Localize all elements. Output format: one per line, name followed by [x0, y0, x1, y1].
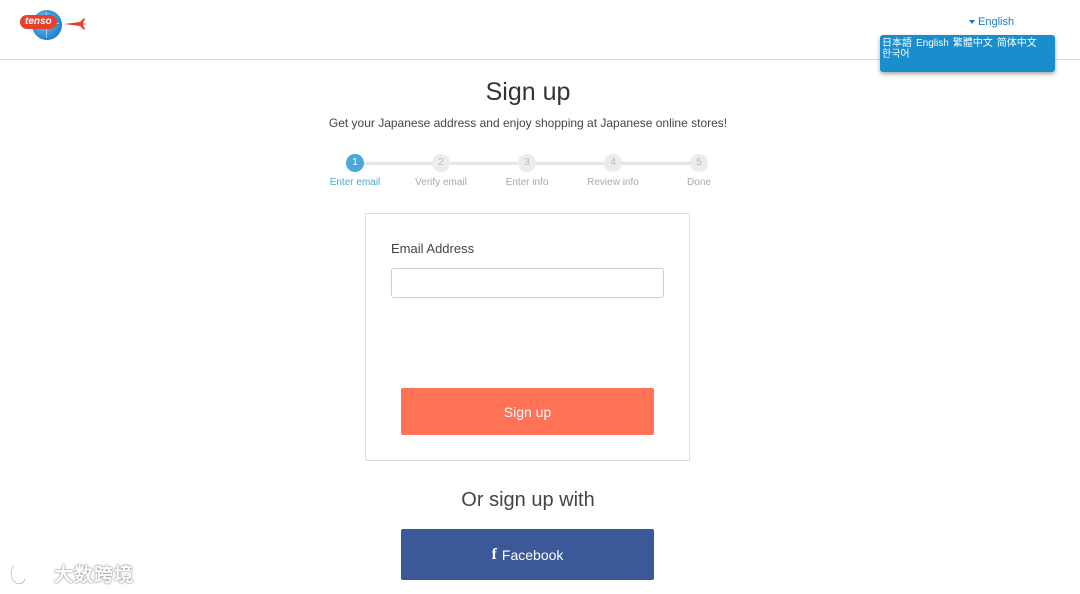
step-label: Enter info: [505, 177, 549, 188]
email-label: Email Address: [391, 241, 475, 256]
step-number: 1: [346, 154, 364, 172]
step-label: Review info: [587, 177, 639, 188]
step-done: 5 Done: [656, 154, 742, 188]
facebook-icon: f: [491, 545, 497, 563]
step-number: 5: [690, 154, 708, 172]
language-option-simplified-chinese[interactable]: 简体中文: [997, 38, 1037, 49]
page-title: Sign up: [485, 78, 571, 106]
airplane-icon: [64, 18, 86, 30]
signup-stepper: 1 Enter email 2 Verify email 3 Enter inf…: [312, 154, 742, 194]
tenso-logo[interactable]: tenso: [20, 8, 86, 42]
facebook-label: Facebook: [501, 546, 564, 563]
step-number: 4: [604, 154, 622, 172]
logo-wordmark: tenso: [20, 15, 57, 29]
sign-up-button[interactable]: Sign up: [401, 388, 654, 435]
step-enter-email: 1 Enter email: [312, 154, 398, 188]
step-number: 2: [432, 154, 450, 172]
step-number: 3: [518, 154, 536, 172]
step-review-info: 4 Review info: [570, 154, 656, 188]
language-toggle-label: English: [978, 16, 1015, 28]
language-menu: 日本語 English 繁體中文 简体中文 한국어: [880, 35, 1055, 72]
step-verify-email: 2 Verify email: [398, 154, 484, 188]
language-option-traditional-chinese[interactable]: 繁體中文: [953, 38, 993, 49]
step-label: Verify email: [415, 177, 467, 188]
language-option-japanese[interactable]: 日本語: [882, 38, 912, 49]
language-option-korean[interactable]: 한국어: [882, 49, 910, 60]
caret-down-icon: [969, 20, 975, 24]
watermark-text: 大数跨境: [54, 564, 135, 586]
step-enter-info: 3 Enter info: [484, 154, 570, 188]
step-label: Done: [687, 177, 711, 188]
watermark-logo-icon: [10, 563, 45, 585]
language-toggle[interactable]: English: [969, 16, 1014, 28]
step-label: Enter email: [329, 177, 381, 188]
signup-form-card: Email Address Sign up: [365, 213, 690, 461]
email-field[interactable]: [391, 268, 664, 298]
watermark: 大数跨境: [8, 560, 134, 587]
facebook-signup-button[interactable]: f Facebook: [401, 529, 654, 580]
language-option-english[interactable]: English: [916, 38, 949, 49]
page-subtitle: Get your Japanese address and enjoy shop…: [328, 116, 728, 130]
alternative-signup-heading: Or sign up with: [461, 489, 595, 511]
